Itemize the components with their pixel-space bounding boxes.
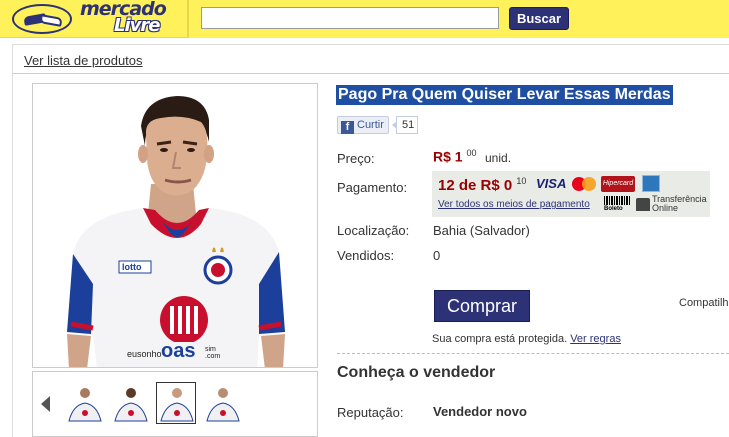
buy-button[interactable]: Comprar xyxy=(434,290,530,322)
facebook-icon: f xyxy=(341,121,354,134)
price-label: Preço: xyxy=(337,151,375,166)
share-link[interactable]: Compatilh xyxy=(679,297,729,309)
installments-value: 12 de R$ 0 10 xyxy=(438,176,527,194)
thumbnail-3-selected[interactable] xyxy=(156,382,196,424)
payment-methods-link[interactable]: Ver todos os meios de pagamento xyxy=(438,199,590,210)
shirt-sponsor-prefix: eusonho xyxy=(127,349,162,359)
like-label: Curtir xyxy=(357,119,384,131)
hipercard-icon: Hipercard xyxy=(601,176,635,192)
sold-label: Vendidos: xyxy=(337,248,395,263)
product-list-link[interactable]: Ver lista de produtos xyxy=(24,53,143,68)
logo-text-line2: Livre xyxy=(114,15,160,36)
shirt-sponsor-brand: oas xyxy=(161,340,196,362)
thumbnail-1[interactable] xyxy=(64,382,104,424)
handshake-logo-icon[interactable] xyxy=(12,4,72,34)
payment-box: 12 de R$ 0 10 VISA Hipercard Ver todos o… xyxy=(432,171,710,217)
like-count: 51 xyxy=(391,116,419,134)
previous-arrow-icon[interactable] xyxy=(41,396,50,412)
mastercard-icon xyxy=(572,177,596,191)
reputation-label: Reputação: xyxy=(337,405,404,420)
amex-icon xyxy=(642,175,660,192)
shirt-sponsor-suffix: sim .com xyxy=(205,346,221,360)
seller-heading: Conheça o vendedor xyxy=(337,364,496,381)
search-area: Buscar xyxy=(187,0,729,38)
location-value: Bahia (Salvador) xyxy=(433,223,530,238)
thumbnail-2[interactable] xyxy=(110,382,150,424)
transfer-label: Transferência Online xyxy=(652,194,707,213)
price-unit: unid. xyxy=(485,151,512,165)
reputation-value: Vendedor novo xyxy=(433,404,527,419)
section-divider xyxy=(337,353,729,354)
product-title: Pago Pra Quem Quiser Levar Essas Merdas xyxy=(336,85,673,105)
site-logo[interactable]: mercado Livre xyxy=(80,0,167,36)
search-button[interactable]: Buscar xyxy=(509,7,569,30)
product-main-image[interactable]: lotto eusonho oas sim .com xyxy=(32,83,318,368)
price-value: R$ 1 00 xyxy=(433,148,477,165)
breadcrumb: Ver lista de produtos xyxy=(12,44,729,74)
facebook-like-button[interactable]: f Curtir xyxy=(337,116,389,134)
search-input[interactable] xyxy=(201,7,499,29)
boleto-icon: Boleto xyxy=(604,196,630,215)
logo-text-line1: mercado xyxy=(80,0,167,20)
visa-icon: VISA xyxy=(536,176,567,191)
thumbnail-4[interactable] xyxy=(202,382,242,424)
shirt-brand-label: lotto xyxy=(122,262,142,272)
purchase-protection-note: Sua compra está protegida. Ver regras xyxy=(432,333,621,345)
bank-transfer-icon xyxy=(636,198,650,211)
page-border xyxy=(12,74,26,437)
sold-value: 0 xyxy=(433,248,441,263)
location-label: Localização: xyxy=(337,223,410,238)
rules-link[interactable]: Ver regras xyxy=(570,333,621,345)
player-photo xyxy=(67,96,285,367)
payment-label: Pagamento: xyxy=(337,180,408,195)
header-bar: mercado Livre Buscar xyxy=(0,0,729,38)
